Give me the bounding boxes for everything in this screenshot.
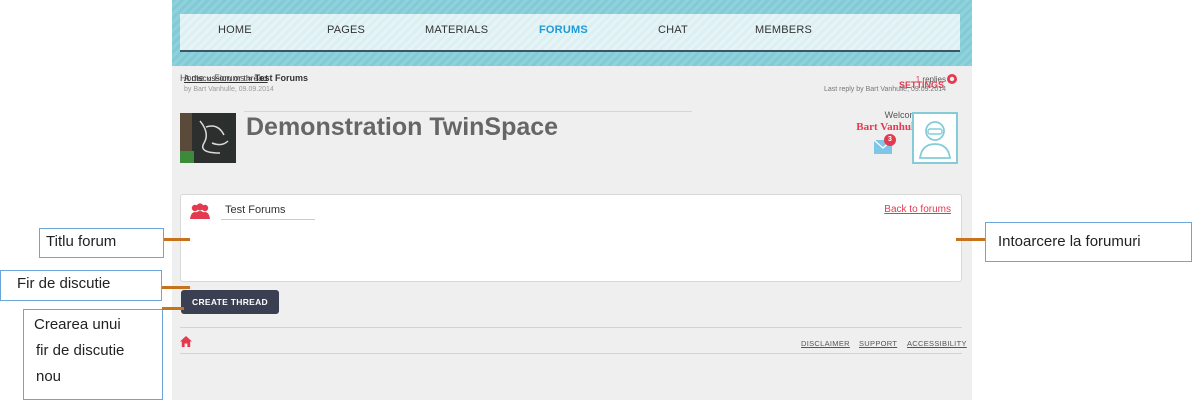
footer-support-link[interactable]: SUPPORT <box>859 339 897 348</box>
home-icon[interactable] <box>180 336 192 347</box>
twinspace-page: HOME PAGES MATERIALS FORUMS CHAT MEMBERS… <box>172 0 972 400</box>
page-title: Demonstration TwinSpace <box>246 113 559 141</box>
nav-forums[interactable]: FORUMS <box>539 24 588 36</box>
callout-text: Titlu forum <box>46 233 117 250</box>
footer-accessibility-link[interactable]: ACCESSIBILITY <box>907 339 967 348</box>
thread-byline: by Bart Vanhulle, 09.09.2014 <box>184 86 274 93</box>
callout-text: nou <box>36 368 62 385</box>
callout-text: Fir de discutie <box>17 275 111 292</box>
callout-connector <box>956 238 986 241</box>
twinspace-thumbnail <box>180 113 236 163</box>
replies-label: replies <box>922 75 946 84</box>
callout-text: fir de discutie <box>36 342 125 359</box>
forum-title-underline <box>221 219 315 220</box>
callout-connector <box>164 238 190 241</box>
create-thread-button[interactable]: CREATE THREAD <box>181 290 279 314</box>
unread-badge: 3 <box>884 134 896 146</box>
callout-connector <box>162 307 184 310</box>
forum-title: Test Forums <box>225 204 286 216</box>
nav-pages[interactable]: PAGES <box>327 24 365 36</box>
callout-forum-title: Titlu forum <box>39 228 164 258</box>
thread-replies: 1 replies <box>916 75 946 84</box>
thread-last-reply: Last reply by Bart Vanhulle, 09.09.2014 <box>823 86 946 93</box>
footer-divider <box>180 353 962 354</box>
forum-panel: Test Forums Back to forums <box>180 194 962 282</box>
back-to-forums-link[interactable]: Back to forums <box>884 204 951 215</box>
callout-create-thread: Crearea unui fir de discutie nou <box>23 309 163 400</box>
callout-text: Intoarcere la forumuri <box>998 233 1141 250</box>
main-nav: HOME PAGES MATERIALS FORUMS CHAT MEMBERS <box>180 14 960 52</box>
nav-band: HOME PAGES MATERIALS FORUMS CHAT MEMBERS <box>172 0 972 66</box>
nav-chat[interactable]: CHAT <box>658 24 688 36</box>
replies-count: 1 <box>915 75 921 84</box>
footer-disclaimer-link[interactable]: DISCLAIMER <box>801 339 850 348</box>
thread-title-link[interactable]: A discussion or thread <box>184 73 268 83</box>
nav-materials[interactable]: MATERIALS <box>425 24 488 36</box>
callout-text: Crearea unui <box>34 316 121 333</box>
title-divider <box>244 111 692 112</box>
avatar[interactable] <box>912 112 958 164</box>
callout-thread: Fir de discutie <box>0 270 162 301</box>
footer-divider <box>180 327 962 328</box>
callout-back-to-forums: Intoarcere la forumuri <box>985 222 1192 262</box>
members-icon <box>190 203 210 219</box>
nav-members[interactable]: MEMBERS <box>755 24 812 36</box>
callout-connector <box>162 286 190 289</box>
nav-home[interactable]: HOME <box>218 24 252 36</box>
gear-icon[interactable] <box>946 73 958 85</box>
user-avatar-icon <box>918 121 952 159</box>
